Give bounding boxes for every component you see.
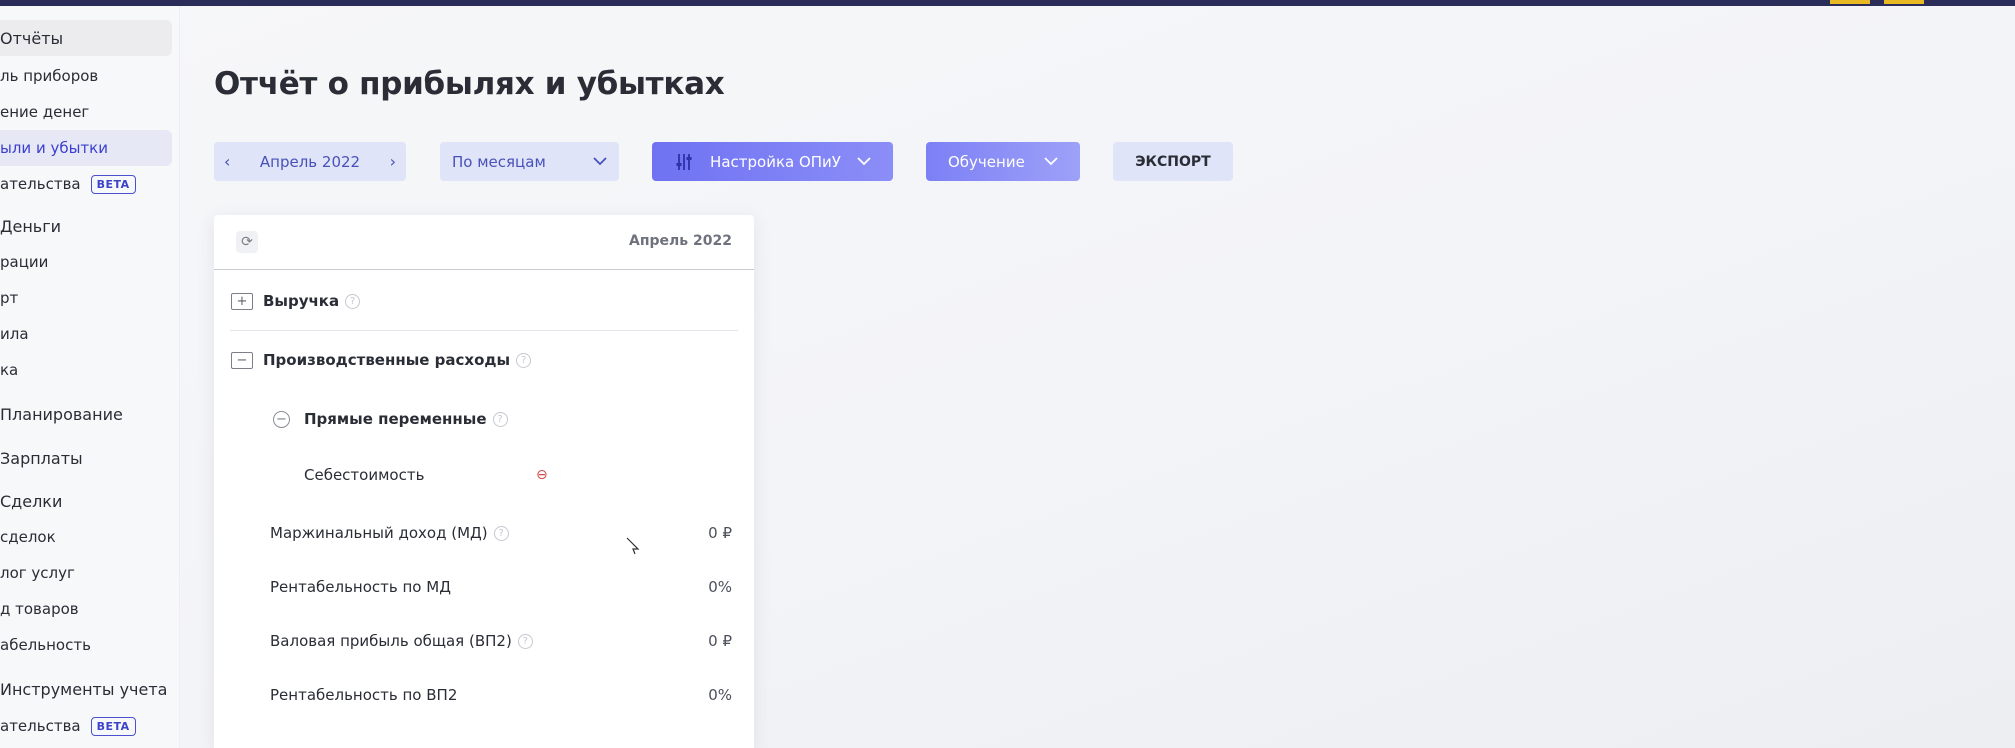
learning-button[interactable]: Обучение — [926, 142, 1080, 181]
folder-minus-icon[interactable]: − — [231, 351, 253, 369]
sidebar-item-label: д товаров — [0, 600, 79, 618]
row-label: Валовая прибыль общая (ВП2) — [270, 632, 512, 650]
sidebar-item-label: Деньги — [0, 216, 62, 236]
sidebar-item-deals-list[interactable]: сделок — [0, 519, 172, 555]
chevron-down-icon — [1044, 157, 1058, 166]
top-badge-2[interactable] — [1884, 0, 1924, 4]
sidebar-item-planning[interactable]: Планирование — [0, 396, 172, 432]
help-icon[interactable]: ? — [345, 293, 361, 309]
sidebar-item-label: абельность — [0, 636, 91, 654]
pl-settings-button[interactable]: Настройка ОПиУ — [652, 142, 893, 181]
sidebar-item-services[interactable]: лог услуг — [0, 555, 172, 591]
report-row-gross-profit: Валовая прибыль общая (ВП2) ? 0 ₽ — [214, 621, 754, 661]
top-bar — [0, 0, 2015, 6]
report-header: ⟳ Апрель 2022 — [214, 215, 754, 270]
date-picker[interactable]: ‹ Апрель 2022 › — [214, 142, 406, 181]
sidebar-item-profitability[interactable]: абельность — [0, 627, 172, 663]
row-label: Прямые переменные — [304, 410, 487, 428]
sidebar-item-tools[interactable]: Инструменты учета — [0, 671, 172, 707]
sidebar-item-label: лог услуг — [0, 564, 75, 582]
chevron-right-icon[interactable]: › — [390, 152, 396, 171]
sidebar-item-salaries[interactable]: Зарплаты — [0, 440, 172, 476]
sidebar-item-label: ение денег — [0, 103, 90, 121]
report-row-md-profitability: Рентабельность по МД 0% — [214, 567, 754, 607]
period-select[interactable]: По месяцам — [440, 142, 619, 181]
sidebar-item-reports[interactable]: Отчёты — [0, 20, 172, 56]
sidebar-item-import[interactable]: рт — [0, 280, 172, 316]
sidebar-item-obligations-2[interactable]: ательства BETA — [0, 708, 172, 744]
row-label: Выручка — [263, 292, 340, 310]
sidebar-item-misc[interactable]: ка — [0, 352, 172, 388]
beta-badge: BETA — [90, 174, 136, 194]
sidebar-item-label: ыли и убытки — [0, 139, 108, 157]
sidebar-item-cashflow[interactable]: ение денег — [0, 94, 172, 130]
sidebar-item-obligations[interactable]: ательства BETA — [0, 166, 172, 202]
folder-plus-icon[interactable]: + — [231, 292, 253, 310]
row-label: Рентабельность по МД — [270, 578, 451, 596]
report-row-cost-of-goods[interactable]: Себестоимость ⊖ — [214, 455, 754, 495]
row-value: 0 ₽ — [708, 524, 732, 542]
row-label: Производственные расходы — [263, 351, 511, 369]
row-value: 0% — [708, 686, 732, 704]
report-row-vp2-profitability: Рентабельность по ВП2 0% — [214, 675, 754, 715]
row-divider — [230, 330, 620, 331]
row-value: 0% — [708, 578, 732, 596]
circle-minus-icon[interactable]: − — [273, 410, 290, 428]
report-row-production-costs[interactable]: − Производственные расходы ? — [214, 340, 754, 380]
learning-label: Обучение — [948, 152, 1025, 171]
page-title: Отчёт о прибылях и убытках — [214, 66, 725, 102]
sidebar-item-label: ка — [0, 361, 19, 379]
sidebar-item-label: ила — [0, 325, 29, 343]
sidebar-item-goods[interactable]: д товаров — [0, 591, 172, 627]
top-badge-1[interactable] — [1830, 0, 1870, 4]
mouse-cursor-icon — [626, 537, 640, 555]
sidebar-item-label: Отчёты — [0, 28, 64, 48]
row-label: Рентабельность по ВП2 — [270, 686, 458, 704]
help-icon[interactable]: ? — [493, 525, 509, 541]
report-row-marginal-income: Маржинальный доход (МД) ? 0 ₽ — [214, 513, 754, 553]
sidebar-item-label: Планирование — [0, 404, 123, 424]
report-row-direct-variable[interactable]: − Прямые переменные ? — [214, 399, 754, 439]
row-label: Себестоимость — [304, 466, 425, 484]
settings-label: Настройка ОПиУ — [710, 152, 841, 171]
link-icon[interactable]: ⊖ — [536, 467, 548, 483]
chevron-down-icon — [857, 157, 871, 166]
sidebar-item-profit-loss[interactable]: ыли и убытки — [0, 130, 172, 166]
sidebar-item-label: ательства — [0, 717, 81, 735]
sidebar-item-rules[interactable]: ила — [0, 316, 172, 352]
export-button[interactable]: ЭКСПОРТ — [1113, 142, 1233, 181]
sidebar-item-deals[interactable]: Сделки — [0, 483, 172, 519]
sidebar-item-label: ль приборов — [0, 67, 99, 85]
sidebar-item-label: Инструменты учета — [0, 679, 168, 699]
help-icon[interactable]: ? — [516, 352, 532, 368]
sidebar-item-money[interactable]: Деньги — [0, 208, 172, 244]
sidebar-item-label: сделок — [0, 528, 56, 546]
chevron-left-icon[interactable]: ‹ — [224, 152, 230, 171]
chevron-down-icon — [593, 157, 607, 166]
row-label: Маржинальный доход (МД) — [270, 524, 488, 542]
row-divider — [610, 330, 738, 331]
settings-sliders-icon — [676, 153, 692, 170]
period-label: По месяцам — [452, 152, 546, 171]
sidebar-item-operations[interactable]: рации — [0, 244, 172, 280]
beta-badge: BETA — [90, 716, 136, 736]
sidebar-item-label: Зарплаты — [0, 448, 83, 468]
help-icon[interactable]: ? — [517, 633, 533, 649]
sidebar-item-label: рт — [0, 289, 19, 307]
pl-report-table: ⟳ Апрель 2022 + Выручка ? − Производстве… — [214, 215, 754, 748]
date-label: Апрель 2022 — [259, 152, 361, 171]
sidebar-item-dashboard[interactable]: ль приборов — [0, 58, 172, 94]
report-period-header: Апрель 2022 — [629, 233, 732, 249]
sidebar-item-label: ательства — [0, 175, 81, 193]
sidebar-item-label: рации — [0, 253, 49, 271]
row-value: 0 ₽ — [708, 632, 732, 650]
sidebar-item-label: Сделки — [0, 491, 63, 511]
report-row-revenue[interactable]: + Выручка ? — [214, 281, 754, 321]
sidebar: Отчёты ль приборов ение денег ыли и убыт… — [0, 6, 180, 748]
refresh-icon[interactable]: ⟳ — [236, 231, 258, 253]
help-icon[interactable]: ? — [492, 411, 508, 427]
